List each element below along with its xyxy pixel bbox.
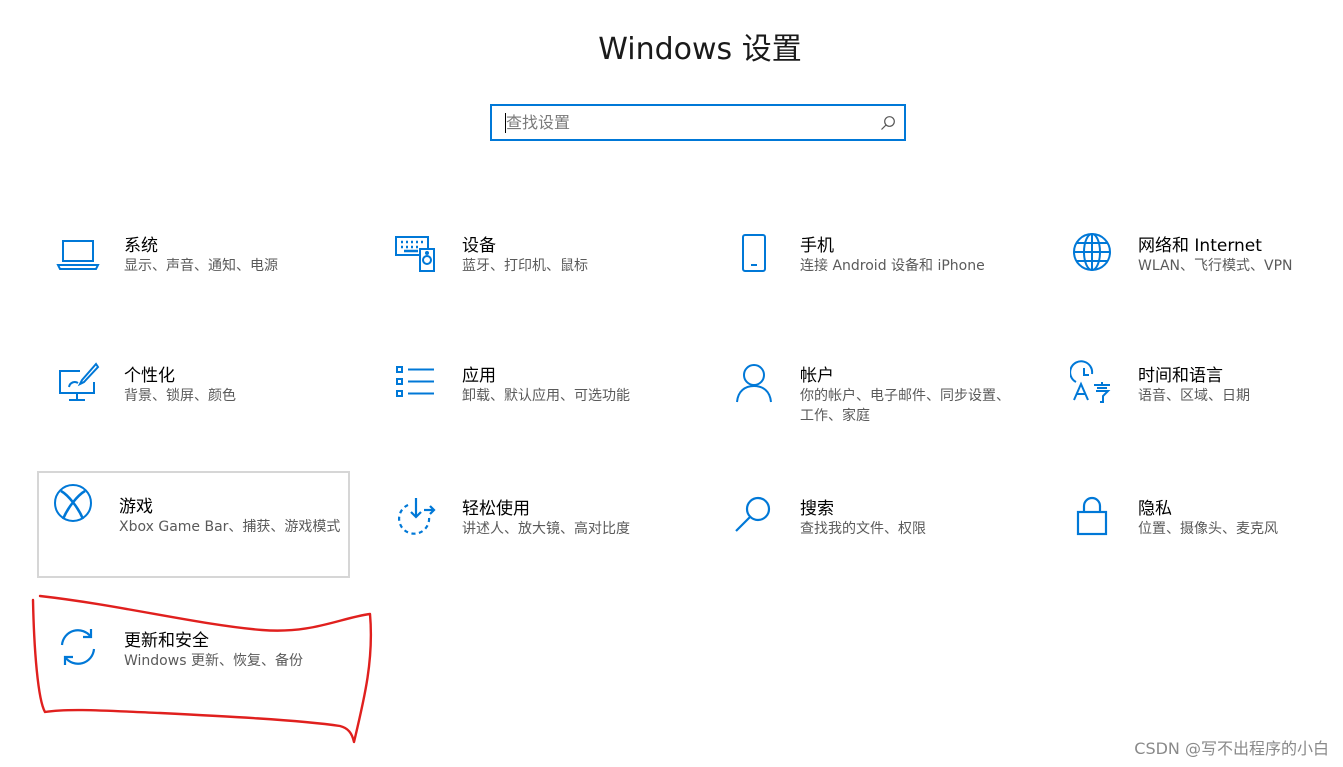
tile-title: 帐户 bbox=[800, 366, 834, 386]
tile-title: 时间和语言 bbox=[1138, 366, 1223, 386]
search-icon[interactable] bbox=[880, 115, 896, 131]
tile-title: 网络和 Internet bbox=[1138, 236, 1262, 256]
tile-devices[interactable]: 设备 蓝牙、打印机、鼠标 bbox=[380, 220, 688, 300]
tile-search[interactable]: 搜索 查找我的文件、权限 bbox=[718, 483, 1026, 573]
clock-language-icon bbox=[1070, 360, 1114, 404]
tile-description: 位置、摄像头、麦克风 bbox=[1138, 521, 1278, 537]
search-box[interactable] bbox=[490, 104, 906, 141]
tile-description: WLAN、飞行模式、VPN bbox=[1138, 258, 1293, 274]
tile-description: 连接 Android 设备和 iPhone bbox=[800, 258, 985, 274]
person-icon bbox=[732, 360, 776, 404]
app-list-icon bbox=[394, 360, 438, 404]
tile-title: 手机 bbox=[800, 236, 834, 256]
tile-personalization[interactable]: 个性化 背景、锁屏、颜色 bbox=[42, 350, 350, 440]
tile-title: 隐私 bbox=[1138, 499, 1172, 519]
tile-privacy[interactable]: 隐私 位置、摄像头、麦克风 bbox=[1056, 483, 1336, 573]
tile-gaming[interactable]: 游戏 Xbox Game Bar、捕获、游戏模式 bbox=[37, 471, 350, 578]
tile-update-security[interactable]: 更新和安全 Windows 更新、恢复、备份 bbox=[42, 615, 350, 705]
tile-title: 搜索 bbox=[800, 499, 834, 519]
phone-icon bbox=[732, 230, 776, 274]
laptop-icon bbox=[56, 230, 100, 274]
paint-monitor-icon bbox=[56, 360, 100, 404]
xbox-icon bbox=[51, 481, 95, 525]
tile-description: 你的帐户、电子邮件、同步设置、工作、家庭 bbox=[800, 388, 1010, 424]
tile-title: 游戏 bbox=[119, 497, 153, 517]
tile-description: Xbox Game Bar、捕获、游戏模式 bbox=[119, 519, 341, 535]
lock-icon bbox=[1070, 493, 1114, 537]
tile-title: 系统 bbox=[124, 236, 158, 256]
tile-description: 蓝牙、打印机、鼠标 bbox=[462, 258, 588, 274]
tile-description: 卸载、默认应用、可选功能 bbox=[462, 388, 630, 404]
tile-description: 讲述人、放大镜、高对比度 bbox=[462, 521, 630, 537]
tile-description: 显示、声音、通知、电源 bbox=[124, 258, 278, 274]
tile-title: 设备 bbox=[462, 236, 496, 256]
tile-ease-of-access[interactable]: 轻松使用 讲述人、放大镜、高对比度 bbox=[380, 483, 688, 573]
tile-phone[interactable]: 手机 连接 Android 设备和 iPhone bbox=[718, 220, 1026, 300]
globe-icon bbox=[1070, 230, 1114, 274]
tile-description: 语音、区域、日期 bbox=[1138, 388, 1250, 404]
tile-apps[interactable]: 应用 卸载、默认应用、可选功能 bbox=[380, 350, 688, 440]
tile-description: 查找我的文件、权限 bbox=[800, 521, 926, 537]
tile-time-language[interactable]: 时间和语言 语音、区域、日期 bbox=[1056, 350, 1336, 440]
tile-title: 更新和安全 bbox=[124, 631, 209, 651]
keyboard-speaker-icon bbox=[394, 230, 438, 274]
tile-network[interactable]: 网络和 Internet WLAN、飞行模式、VPN bbox=[1056, 220, 1336, 300]
tile-title: 应用 bbox=[462, 366, 496, 386]
search-input[interactable] bbox=[492, 106, 862, 139]
tile-system[interactable]: 系统 显示、声音、通知、电源 bbox=[42, 220, 350, 300]
tile-title: 个性化 bbox=[124, 366, 175, 386]
ease-of-access-icon bbox=[394, 493, 438, 537]
tile-description: Windows 更新、恢复、备份 bbox=[124, 653, 303, 669]
magnifier-icon bbox=[732, 493, 776, 537]
text-caret bbox=[505, 113, 506, 133]
tile-title: 轻松使用 bbox=[462, 499, 530, 519]
refresh-icon bbox=[56, 625, 100, 669]
tile-accounts[interactable]: 帐户 你的帐户、电子邮件、同步设置、工作、家庭 bbox=[718, 350, 1026, 440]
page-title: Windows 设置 bbox=[598, 32, 802, 67]
watermark: CSDN @写不出程序的小白 bbox=[1134, 739, 1329, 758]
tile-description: 背景、锁屏、颜色 bbox=[124, 388, 236, 404]
